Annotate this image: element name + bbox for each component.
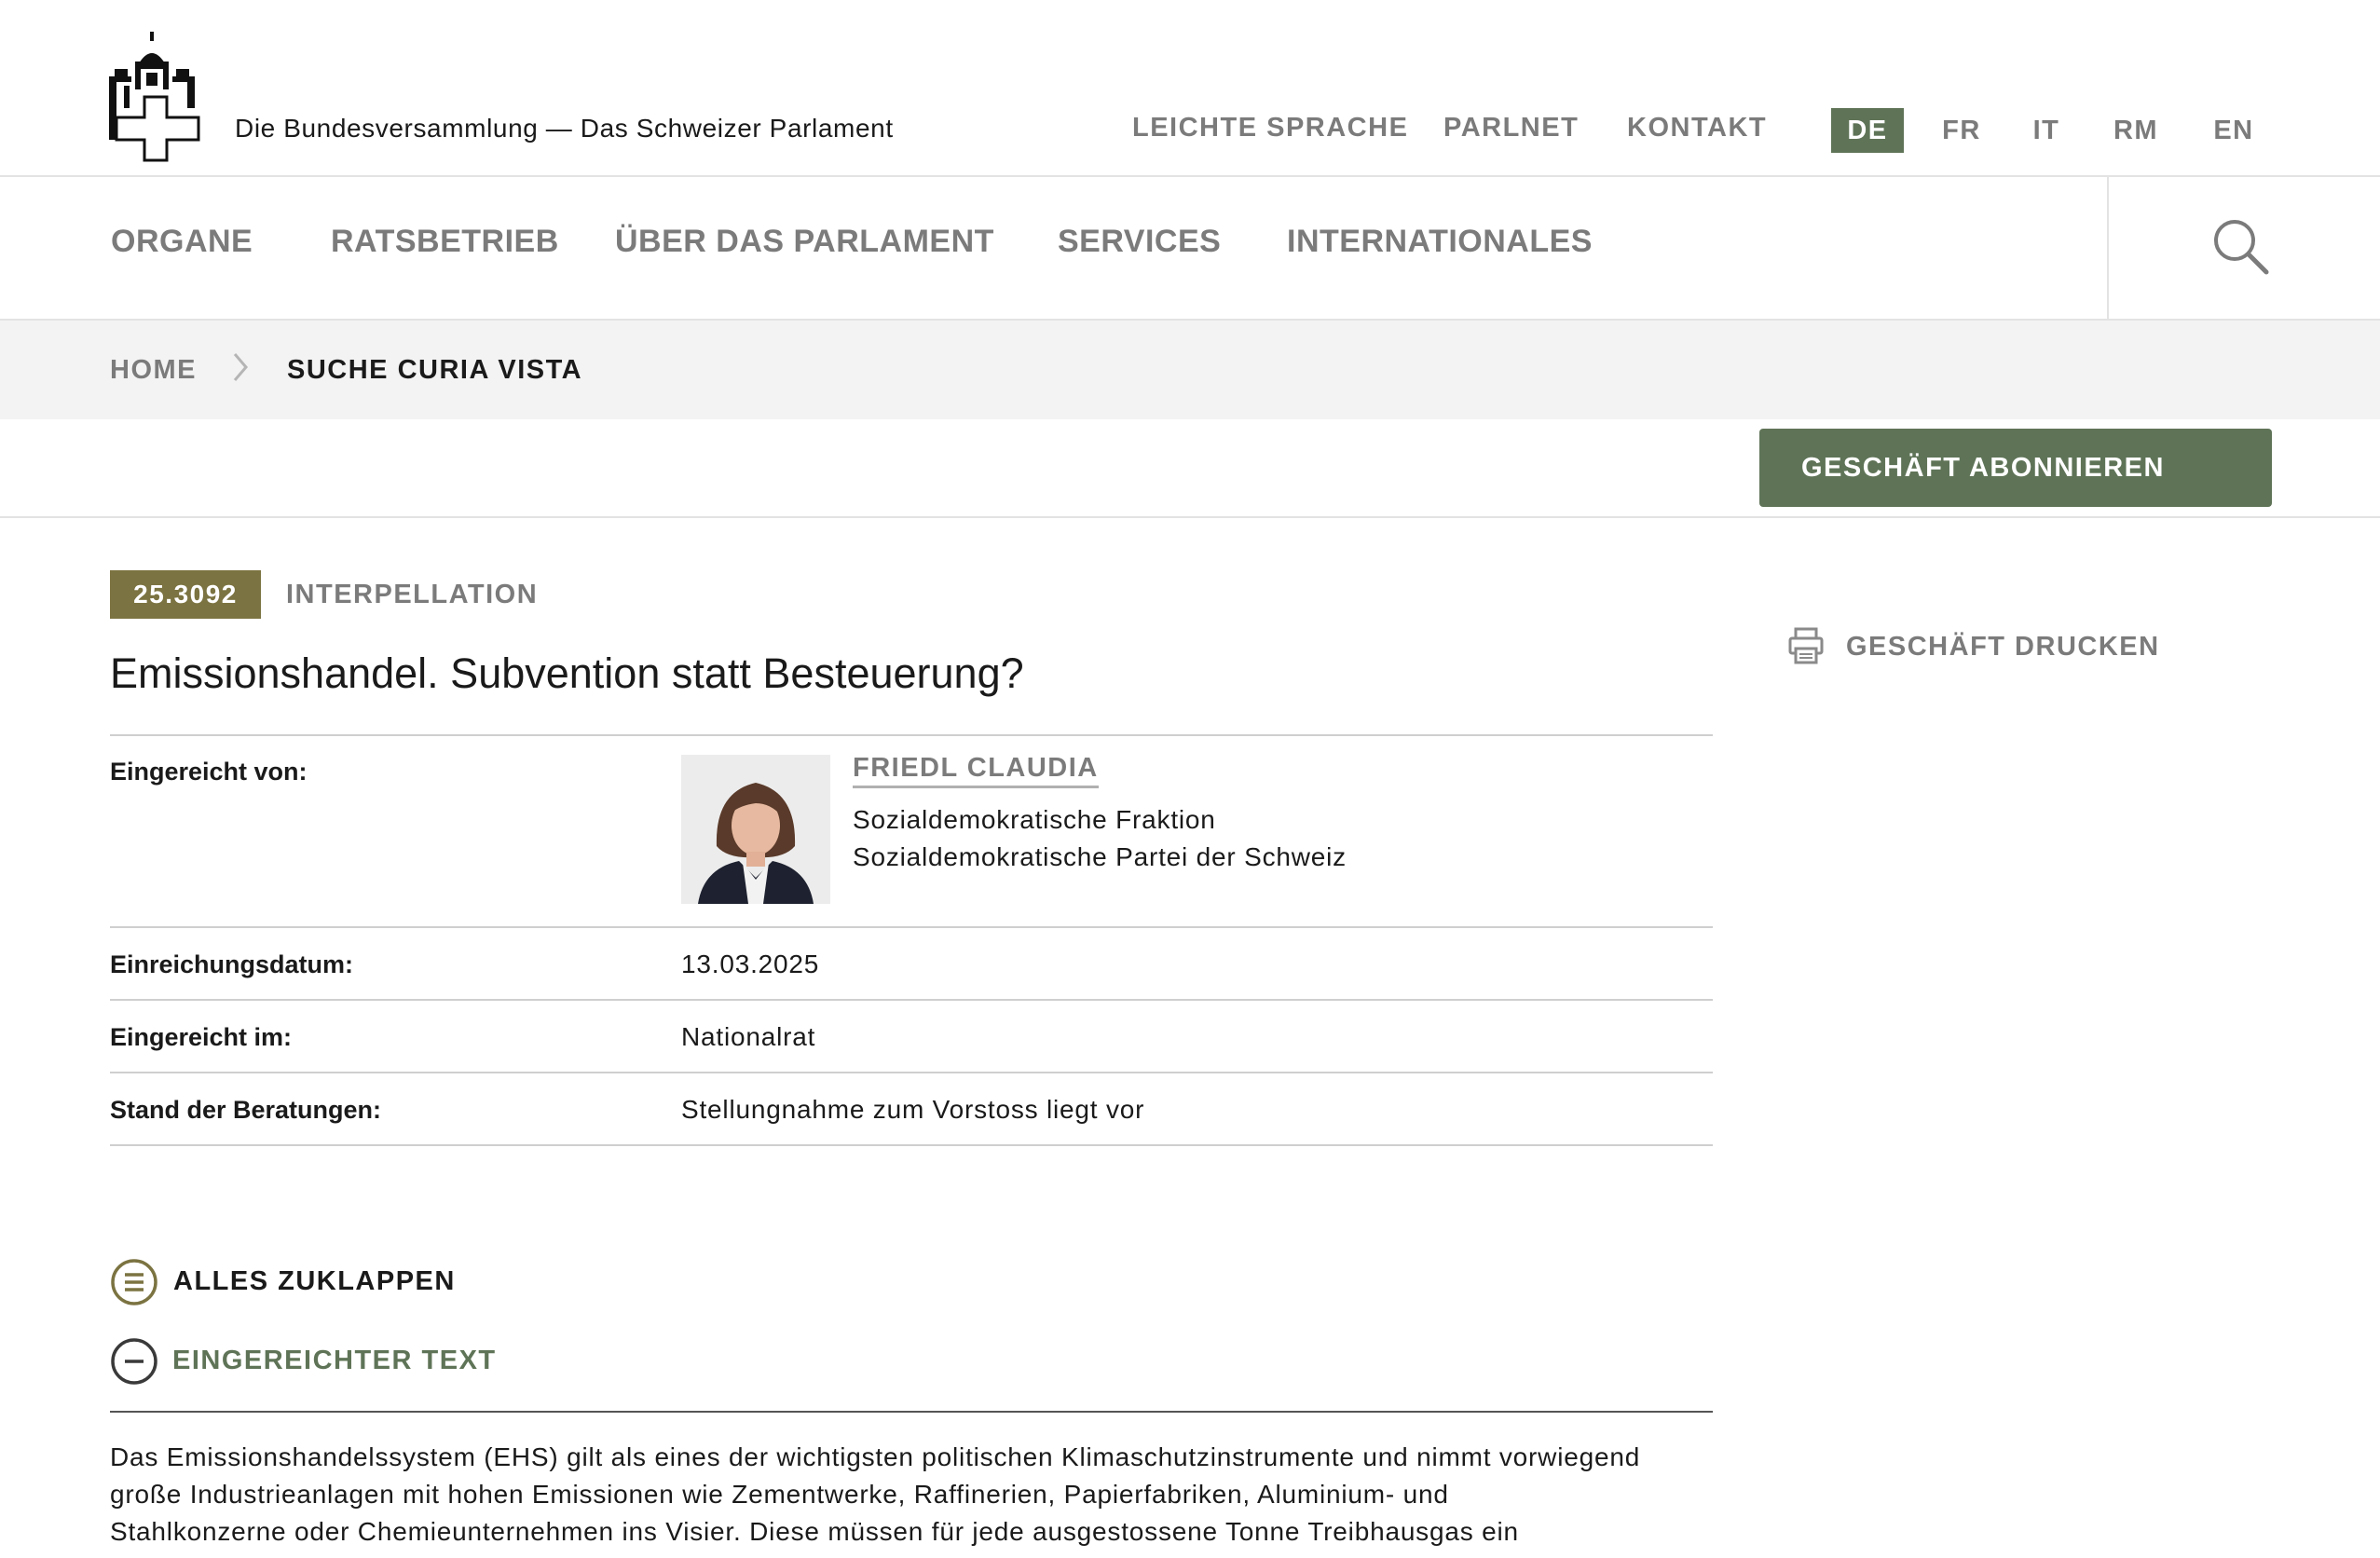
language-it[interactable]: IT bbox=[2028, 108, 2065, 153]
author-party: Sozialdemokratische Partei der Schweiz bbox=[853, 842, 1347, 871]
submission-date-value: 13.03.2025 bbox=[681, 950, 820, 978]
table-divider bbox=[110, 1072, 1713, 1073]
nav-divider bbox=[2107, 177, 2109, 319]
link-parlnet[interactable]: PARLNET bbox=[1443, 113, 1579, 144]
business-number-badge: 25.3092 bbox=[110, 570, 261, 619]
main-navigation: ORGANE RATSBETRIEB ÜBER DAS PARLAMENT SE… bbox=[0, 177, 2380, 321]
nav-item-ratsbetrieb[interactable]: RATSBETRIEB bbox=[331, 224, 559, 260]
language-rm[interactable]: RM bbox=[2111, 108, 2161, 153]
link-leichte-sprache[interactable]: LEICHTE SPRACHE bbox=[1132, 113, 1408, 144]
action-bar: GESCHÄFT ABONNIEREN bbox=[0, 419, 2380, 518]
collapse-list-icon bbox=[111, 1259, 157, 1305]
nav-item-ueber-das-parlament[interactable]: ÜBER DAS PARLAMENT bbox=[615, 224, 994, 260]
author-faction: Sozialdemokratische Fraktion bbox=[853, 805, 1216, 834]
body-text-line: Stahlkonzerne oder Chemieunternehmen ins… bbox=[110, 1517, 1519, 1546]
link-kontakt[interactable]: KONTAKT bbox=[1627, 113, 1767, 144]
search-icon bbox=[2214, 220, 2269, 275]
breadcrumb-current: SUCHE CURIA VISTA bbox=[287, 355, 583, 385]
submitted-in-label: Eingereicht im: bbox=[110, 1023, 293, 1051]
author-avatar[interactable] bbox=[681, 755, 830, 904]
section-divider bbox=[110, 1411, 1713, 1413]
table-divider bbox=[110, 999, 1713, 1001]
parliament-logo-icon bbox=[109, 32, 200, 162]
language-en[interactable]: EN bbox=[2211, 108, 2256, 153]
minus-circle-icon bbox=[111, 1338, 157, 1385]
table-divider bbox=[110, 1144, 1713, 1146]
language-de[interactable]: DE bbox=[1831, 108, 1904, 153]
author-photo bbox=[681, 755, 830, 904]
site-title[interactable]: Die Bundesversammlung — Das Schweizer Pa… bbox=[235, 114, 894, 144]
breadcrumb-home[interactable]: HOME bbox=[110, 355, 197, 386]
table-divider bbox=[110, 734, 1713, 736]
submitted-by-label: Eingereicht von: bbox=[110, 758, 308, 786]
body-text-line: große Industrieanlagen mit hohen Emissio… bbox=[110, 1480, 1449, 1509]
breadcrumb: HOME SUCHE CURIA VISTA bbox=[0, 321, 2380, 419]
top-header: Die Bundesversammlung — Das Schweizer Pa… bbox=[0, 0, 2380, 177]
deliberation-status-value: Stellungnahme zum Vorstoss liegt vor bbox=[681, 1095, 1145, 1124]
table-divider bbox=[110, 926, 1713, 928]
collapse-all-label: ALLES ZUKLAPPEN bbox=[173, 1266, 456, 1296]
parliament-logo[interactable] bbox=[107, 32, 210, 162]
search-button[interactable] bbox=[2209, 214, 2274, 280]
nav-item-organe[interactable]: ORGANE bbox=[111, 224, 253, 260]
deliberation-status-label: Stand der Beratungen: bbox=[110, 1096, 382, 1124]
print-label: GESCHÄFT DRUCKEN bbox=[1846, 632, 2160, 662]
subscribe-button[interactable]: GESCHÄFT ABONNIEREN bbox=[1759, 429, 2272, 507]
page-title: Emissionshandel. Subvention statt Besteu… bbox=[110, 649, 1024, 697]
printer-icon bbox=[1788, 627, 1824, 664]
author-name-link[interactable]: FRIEDL CLAUDIA bbox=[853, 753, 1099, 788]
nav-item-services[interactable]: SERVICES bbox=[1058, 224, 1221, 260]
body-text-line: Das Emissionshandelssystem (EHS) gilt al… bbox=[110, 1442, 1641, 1471]
nav-item-internationales[interactable]: INTERNATIONALES bbox=[1287, 224, 1593, 260]
business-type: INTERPELLATION bbox=[286, 580, 539, 609]
submitted-text-body: Das Emissionshandelssystem (EHS) gilt al… bbox=[110, 1439, 1722, 1551]
submitted-text-heading: EINGEREICHTER TEXT bbox=[172, 1346, 497, 1375]
chevron-right-icon bbox=[233, 353, 248, 381]
submission-date-label: Einreichungsdatum: bbox=[110, 950, 354, 978]
print-business-link[interactable]: GESCHÄFT DRUCKEN bbox=[1787, 626, 2207, 673]
submitted-in-value: Nationalrat bbox=[681, 1022, 816, 1051]
language-fr[interactable]: FR bbox=[1938, 108, 1985, 153]
